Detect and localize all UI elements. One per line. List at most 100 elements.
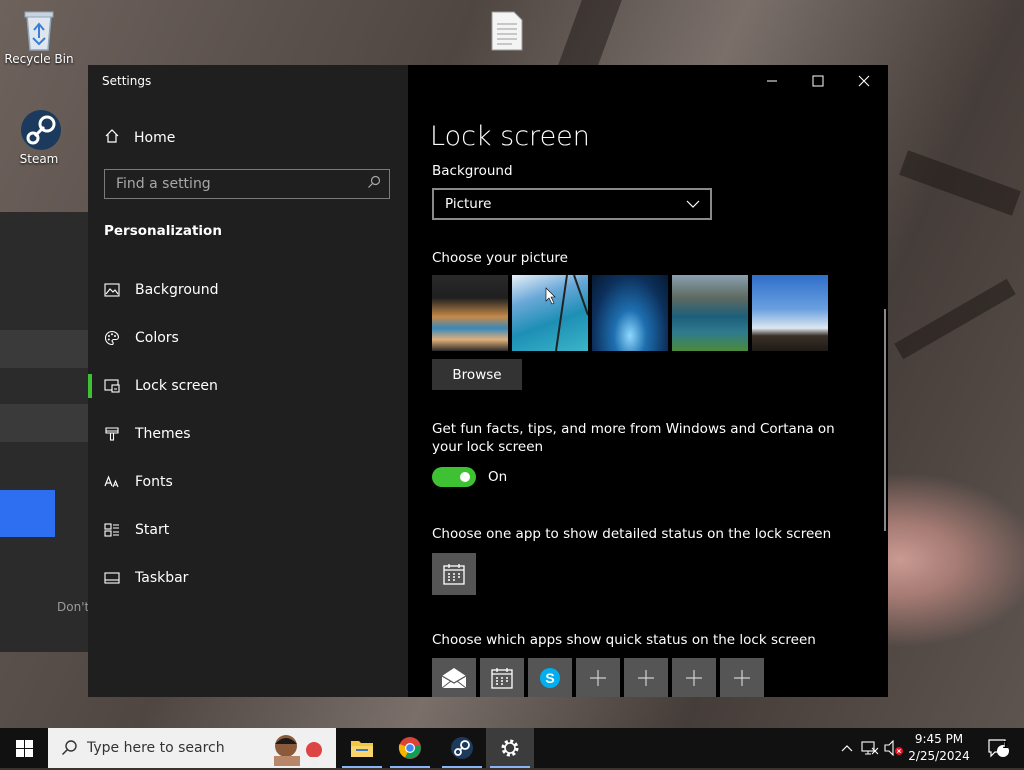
background-window-button[interactable]: [0, 490, 55, 537]
quick-status-app-mail[interactable]: [432, 658, 476, 697]
windows-logo-icon: [15, 739, 33, 757]
plus-icon: [686, 669, 702, 686]
show-hidden-icons-button[interactable]: [838, 728, 856, 768]
page-title: Lock screen: [430, 121, 590, 152]
picture-thumbnail-cave[interactable]: [432, 275, 508, 351]
volume-tray-button[interactable]: [883, 728, 905, 768]
minimize-button[interactable]: [749, 71, 795, 91]
picture-icon: [104, 282, 120, 298]
svg-text:S: S: [545, 670, 554, 686]
find-setting-search[interactable]: Find a setting: [104, 169, 390, 199]
search-highlight-image: [266, 730, 328, 770]
wallpaper-shape: [894, 278, 1016, 360]
content-scrollbar[interactable]: [884, 309, 886, 531]
skype-icon: S: [540, 667, 560, 688]
desktop-icon-steam[interactable]: Steam: [1, 108, 77, 166]
search-icon: [367, 175, 381, 193]
sidebar-item-label: Taskbar: [135, 570, 189, 586]
quick-status-add-slot[interactable]: [672, 658, 716, 697]
maximize-button[interactable]: [795, 71, 841, 91]
sidebar-item-label: Background: [135, 282, 219, 298]
gear-icon: [501, 739, 519, 757]
sidebar-item-start[interactable]: Start: [88, 510, 408, 550]
close-icon: [858, 75, 870, 87]
picture-thumbnail-cliff[interactable]: [752, 275, 828, 351]
quick-status-add-slot[interactable]: [624, 658, 668, 697]
action-center-button[interactable]: 1: [978, 728, 1018, 768]
steam-icon: [19, 108, 61, 150]
maximize-icon: [812, 75, 824, 87]
recycle-bin-icon: [19, 8, 59, 51]
fun-facts-toggle[interactable]: [432, 467, 476, 487]
toggle-knob: [460, 472, 470, 482]
section-title: Personalization: [104, 223, 222, 239]
fun-facts-label: Get fun facts, tips, and more from Windo…: [432, 421, 835, 455]
plus-icon: [734, 669, 750, 686]
quick-status-add-slot[interactable]: [576, 658, 620, 697]
picture-thumbnail-underwater[interactable]: [592, 275, 668, 351]
sidebar-item-taskbar[interactable]: Taskbar: [88, 558, 408, 598]
notification-count: 1: [1002, 740, 1009, 751]
sidebar-item-label: Fonts: [135, 474, 173, 490]
dropdown-value: Picture: [445, 196, 492, 212]
taskbar-steam[interactable]: [438, 728, 486, 768]
start-icon: [104, 522, 120, 538]
clock-time: 9:45 PM: [914, 732, 964, 746]
home-label: Home: [134, 130, 176, 146]
folder-icon: [351, 741, 373, 757]
quick-status-app-calendar[interactable]: [480, 658, 524, 697]
palette-icon: [104, 330, 120, 346]
desktop-icon-recycle-bin[interactable]: Recycle Bin: [1, 8, 77, 66]
background-dropdown[interactable]: Picture: [432, 188, 712, 220]
sidebar-item-label: Colors: [135, 330, 179, 346]
network-tray-button[interactable]: [860, 728, 880, 768]
sidebar-item-lock-screen[interactable]: Lock screen: [88, 366, 408, 406]
sidebar-item-label: Themes: [135, 426, 191, 442]
taskbar-search-box[interactable]: Type here to search: [48, 728, 336, 768]
picture-thumbnail-lake[interactable]: [672, 275, 748, 351]
quick-status-app-skype[interactable]: S: [528, 658, 572, 697]
desktop-file-icon[interactable]: [490, 10, 524, 56]
chevron-up-icon: [841, 745, 853, 752]
desktop-icon-label: Recycle Bin: [4, 52, 74, 66]
background-window-row: [0, 330, 88, 368]
settings-window: Settings Home Find a setting Personaliza…: [88, 65, 888, 697]
taskbar-chrome[interactable]: [386, 728, 434, 768]
mail-icon: [441, 667, 467, 688]
taskbar-file-explorer[interactable]: [338, 728, 386, 768]
lock-screen-icon: [104, 378, 120, 394]
brush-icon: [104, 426, 120, 442]
quick-status-add-slot[interactable]: [720, 658, 764, 697]
minimize-icon: [767, 80, 777, 82]
sidebar-item-label: Lock screen: [135, 378, 218, 394]
browse-button[interactable]: Browse: [432, 359, 522, 390]
background-label: Background: [432, 163, 513, 179]
desktop-icon-label: Steam: [19, 152, 59, 166]
chrome-icon: [398, 737, 421, 759]
picture-thumbnail-sky[interactable]: [512, 275, 588, 351]
taskbar: Type here to search 9:45 PM 2/25/2024 1: [0, 728, 1024, 768]
background-window-text: Don't: [57, 600, 90, 614]
sidebar-item-themes[interactable]: Themes: [88, 414, 408, 454]
calendar-icon: [443, 564, 465, 585]
sidebar-item-background[interactable]: Background: [88, 270, 408, 310]
chevron-down-icon: [686, 196, 700, 212]
font-icon: [104, 474, 120, 490]
plus-icon: [590, 669, 606, 686]
taskbar-clock[interactable]: 9:45 PM 2/25/2024: [904, 731, 974, 765]
settings-content: Lock screen Background Picture Choose yo…: [408, 65, 888, 697]
sidebar-item-fonts[interactable]: Fonts: [88, 462, 408, 502]
taskbar-search-placeholder: Type here to search: [87, 740, 225, 756]
sidebar-item-colors[interactable]: Colors: [88, 318, 408, 358]
plus-icon: [638, 669, 654, 686]
taskbar-icon: [104, 570, 120, 586]
taskbar-settings[interactable]: [486, 728, 534, 768]
close-button[interactable]: [841, 71, 887, 91]
calendar-icon: [491, 667, 513, 689]
sidebar-home[interactable]: Home: [104, 128, 175, 148]
detailed-status-label: Choose one app to show detailed status o…: [432, 526, 832, 542]
quick-status-label: Choose which apps show quick status on t…: [432, 632, 816, 648]
sidebar-item-label: Start: [135, 522, 170, 538]
detailed-status-app-button[interactable]: [432, 553, 476, 595]
start-button[interactable]: [0, 728, 48, 768]
